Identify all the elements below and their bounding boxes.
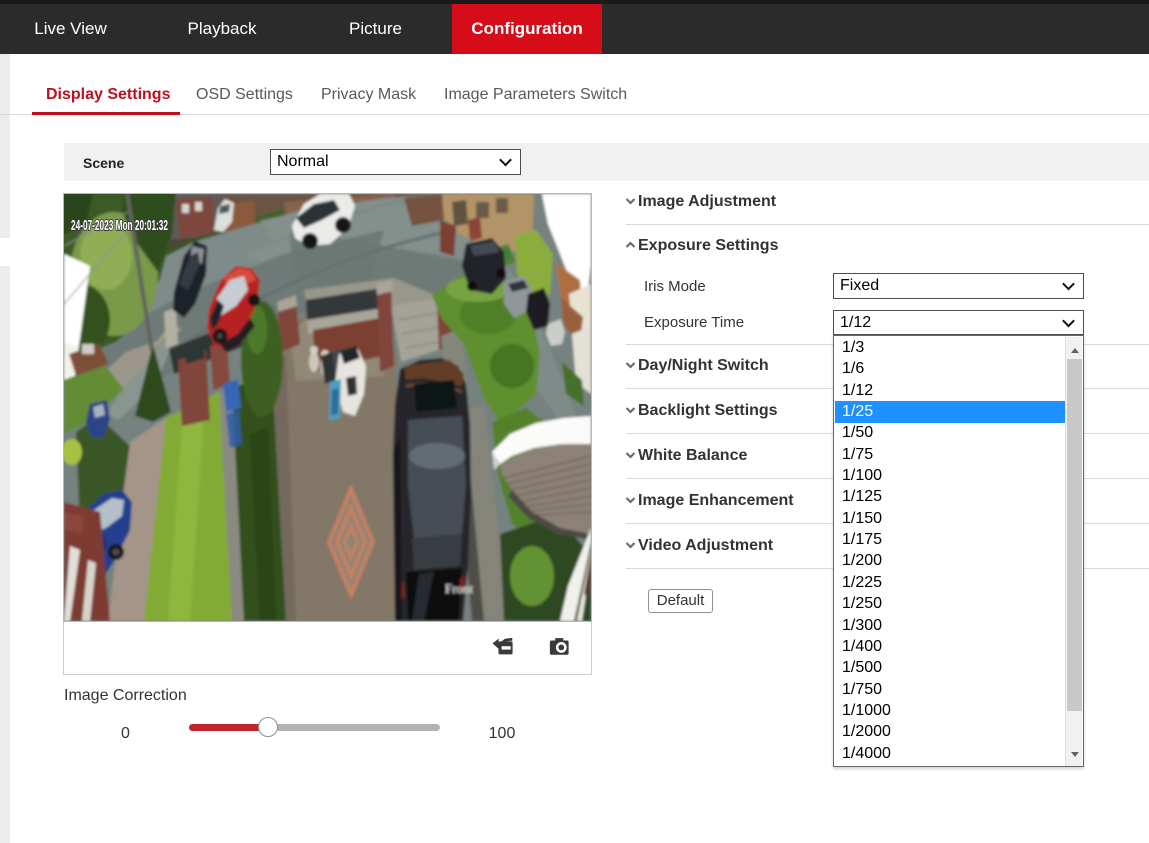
svg-text:24-07-2023 Mon 20:01:32: 24-07-2023 Mon 20:01:32	[71, 217, 168, 234]
svg-text:Front: Front	[445, 581, 474, 596]
